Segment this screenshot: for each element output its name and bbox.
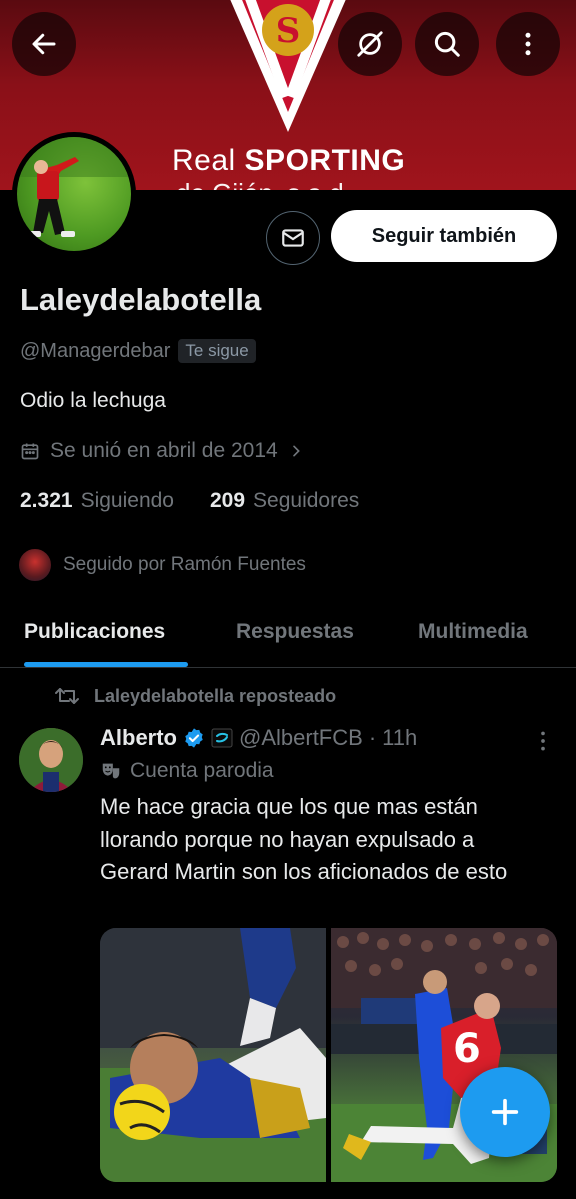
back-button[interactable]	[12, 12, 76, 76]
more-options-button[interactable]	[496, 12, 560, 76]
profile-tabs: Publicaciones Respuestas Multimedia	[0, 600, 576, 668]
affiliate-badge-icon	[211, 728, 233, 748]
message-button[interactable]	[266, 211, 320, 265]
verified-badge-icon	[185, 728, 203, 748]
followers-count[interactable]: 209	[210, 489, 245, 513]
post-author-row: Alberto @AlbertFCB · 11h	[100, 725, 417, 751]
post-image-left[interactable]	[100, 928, 326, 1182]
grok-icon	[357, 31, 383, 57]
plus-icon	[491, 1098, 519, 1126]
search-icon	[434, 31, 460, 57]
more-vertical-icon	[525, 32, 531, 56]
parody-label: Cuenta parodia	[130, 759, 274, 782]
svg-text:6: 6	[453, 1026, 481, 1072]
following-label[interactable]: Siguiendo	[81, 489, 174, 513]
followers-label[interactable]: Seguidores	[253, 489, 359, 513]
tab-multimedia[interactable]: Multimedia	[418, 620, 528, 644]
grok-button[interactable]	[338, 12, 402, 76]
follow-back-button[interactable]: Seguir también	[331, 210, 557, 262]
banner-brand-light: Real	[172, 144, 236, 177]
following-count[interactable]: 2.321	[20, 489, 73, 513]
club-crest-logo: S	[230, 0, 346, 132]
active-tab-indicator	[24, 662, 188, 667]
followed-by-text: Seguido por Ramón Fuentes	[63, 554, 306, 575]
post-author-handle: @AlbertFCB	[239, 725, 363, 750]
post-timestamp[interactable]: 11h	[382, 725, 417, 751]
post-author-name[interactable]: Alberto	[100, 725, 177, 751]
joined-date-row[interactable]: Se unió en abril de 2014	[20, 439, 304, 463]
follow-stats: 2.321 Siguiendo 209 Seguidores	[20, 489, 359, 513]
svg-text:S: S	[276, 11, 301, 51]
banner-brand: Real SPORTING	[172, 144, 405, 178]
compose-post-button[interactable]	[460, 1067, 550, 1157]
follows-you-badge: Te sigue	[178, 339, 256, 363]
post-text: Me hace gracia que los que mas están llo…	[100, 794, 508, 884]
more-vertical-icon	[541, 731, 545, 751]
avatar-image	[17, 137, 131, 251]
arrow-left-icon	[32, 33, 56, 55]
followed-by-row[interactable]: Seguido por Ramón Fuentes	[17, 547, 306, 583]
profile-display-name: Laleydelabotella	[20, 282, 262, 317]
parody-label-row: Cuenta parodia	[100, 759, 274, 783]
calendar-icon	[21, 443, 39, 460]
post-author-avatar[interactable]	[19, 728, 83, 792]
chevron-right-icon	[292, 445, 300, 457]
post-separator: ·	[368, 725, 377, 750]
envelope-icon	[282, 229, 304, 247]
theater-masks-icon	[102, 763, 120, 779]
repost-label: Laleydelabotella reposteado	[94, 685, 337, 706]
repost-icon	[55, 688, 79, 704]
profile-handle: @Managerdebar	[20, 339, 171, 362]
post-more-button[interactable]	[530, 728, 556, 759]
handle-row: @Managerdebar Te sigue	[20, 339, 256, 363]
joined-date-text: Se unió en abril de 2014	[50, 439, 278, 462]
banner-brand-bold: SPORTING	[244, 144, 406, 177]
repost-indicator[interactable]: Laleydelabotella reposteado	[54, 685, 336, 707]
tab-publicaciones[interactable]: Publicaciones	[24, 620, 165, 644]
tab-respuestas[interactable]: Respuestas	[236, 620, 354, 644]
follower-avatar	[17, 547, 53, 583]
banner-brand-sub: de Gijón, s.a.d.	[176, 178, 351, 190]
profile-bio: Odio la lechuga	[20, 389, 166, 412]
search-button[interactable]	[415, 12, 479, 76]
profile-avatar[interactable]	[12, 132, 136, 256]
